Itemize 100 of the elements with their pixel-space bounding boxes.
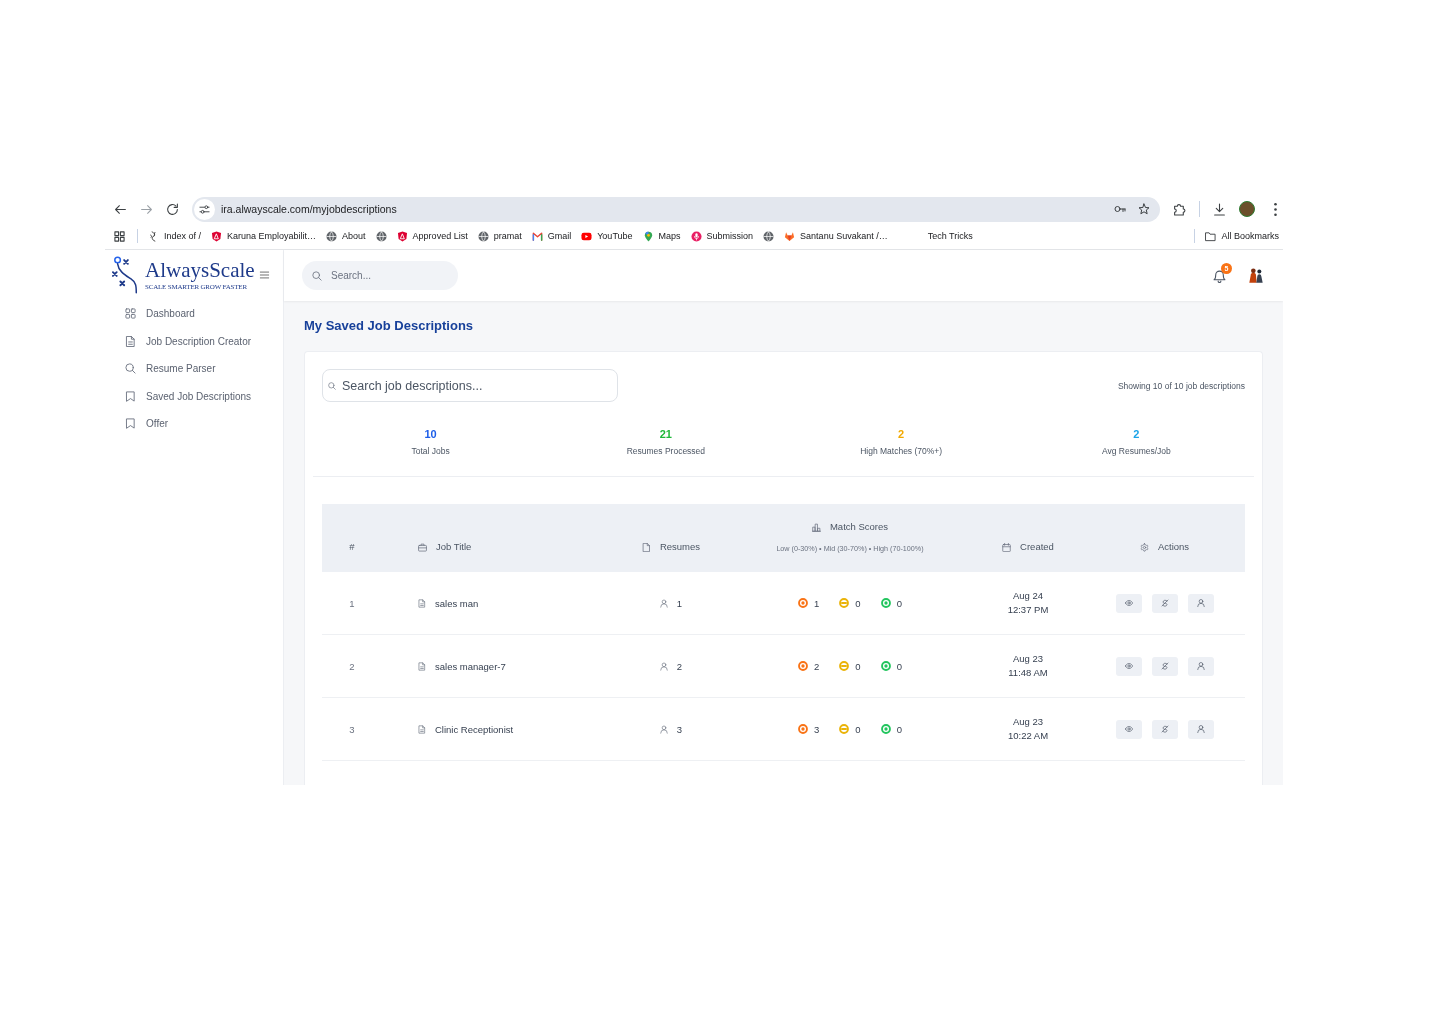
microphone-icon (690, 230, 702, 242)
slashed-curve-icon (1160, 599, 1169, 607)
document-icon (125, 335, 136, 347)
calendar-icon (1002, 542, 1012, 552)
forward-icon[interactable] (140, 202, 153, 216)
created-date: Aug 24 12:37 PM (1007, 589, 1049, 617)
bookmark-icon (125, 390, 136, 402)
slashed-curve-icon (1160, 725, 1169, 733)
score-value: 3 (814, 723, 820, 735)
logo-icon (112, 256, 140, 294)
globe-icon (763, 230, 775, 242)
shield-icon (211, 230, 223, 242)
nav-item[interactable]: Resume Parser (105, 355, 283, 383)
bookmark-link[interactable]: Santanu Suvakant /… (784, 230, 888, 242)
map-pin-icon (642, 230, 654, 242)
bookmark-link[interactable] (375, 230, 387, 242)
bookmark-link[interactable]: pramat (477, 230, 522, 242)
search-field[interactable]: Search... (302, 261, 458, 290)
globe-icon (326, 230, 338, 242)
regenerate-button[interactable] (1151, 593, 1178, 613)
created-date: Aug 23 11:48 AM (1008, 652, 1048, 680)
bookmark-link[interactable]: Submission (690, 230, 754, 242)
stat-label: Resumes Processed (626, 445, 706, 457)
bar-chart-icon (811, 522, 821, 532)
score-value: 0 (855, 723, 861, 735)
row-number: 1 (349, 597, 355, 609)
search-field[interactable]: Search job descriptions... (322, 369, 618, 402)
search-icon (328, 381, 336, 390)
nav-item[interactable]: Dashboard (105, 300, 283, 328)
bookmark-icon (125, 418, 136, 430)
bookmark-link[interactable]: Maps (642, 230, 681, 242)
person-icon (659, 661, 668, 671)
stat-label: Total Jobs (411, 445, 450, 457)
column-header: Created (1020, 541, 1054, 553)
slashed-curve-icon (1160, 662, 1169, 670)
bookmark-link[interactable]: Index of / (148, 230, 202, 242)
apps-icon[interactable] (114, 230, 125, 242)
regenerate-button[interactable] (1151, 656, 1178, 676)
score-value: 0 (855, 597, 861, 609)
row-number: 2 (349, 660, 355, 672)
column-header: # (349, 541, 355, 553)
document-icon (418, 661, 426, 671)
resume-count: 3 (676, 723, 683, 735)
all-bookmarks-link[interactable]: All Bookmarks (1205, 230, 1279, 242)
resume-count: 1 (676, 597, 683, 609)
bookmark-link[interactable]: YouTube (581, 230, 633, 242)
globe-icon (375, 230, 387, 242)
key-icon[interactable] (1114, 203, 1126, 215)
grid-icon (125, 308, 136, 320)
mail-icon (531, 230, 543, 242)
download-icon[interactable] (1213, 202, 1226, 216)
results-count: Showing 10 of 10 job descriptions (1117, 380, 1245, 391)
address-bar[interactable]: ira.alwayscale.com/myjobdescriptions (192, 196, 1160, 222)
resume-count: 2 (676, 660, 683, 672)
stat-label: High Matches (70%+) (860, 445, 943, 457)
bell-icon[interactable] (1213, 268, 1226, 283)
bookmark-link[interactable]: Karuna Employabilit… (211, 230, 317, 242)
bookmark-link[interactable] (763, 230, 775, 242)
logo-text: AlwaysScale (145, 259, 255, 281)
stat-value: 21 (659, 427, 672, 441)
score-value: 0 (896, 723, 902, 735)
job-title: sales manager-7 (435, 660, 506, 672)
person-icon (659, 724, 668, 734)
page-title: My Saved Job Descriptions (304, 317, 475, 335)
person-icon (1196, 599, 1205, 607)
stat-value: 2 (898, 427, 905, 441)
back-icon[interactable] (114, 202, 127, 216)
bookmark-link[interactable]: About (326, 230, 366, 242)
score-value: 0 (855, 660, 861, 672)
column-header: Match Scores (829, 521, 889, 533)
extensions-icon[interactable] (1173, 202, 1186, 216)
star-icon[interactable] (1138, 203, 1150, 215)
bookmark-link[interactable]: Approved List (396, 230, 468, 242)
briefcase-icon (418, 542, 427, 552)
bookmark-link[interactable]: Tech Tricks (897, 230, 973, 242)
score-value: 0 (896, 597, 902, 609)
bookmark-link[interactable]: Gmail (531, 230, 572, 242)
file-icon (641, 542, 651, 552)
job-title: sales man (435, 597, 479, 609)
gear-icon (1139, 542, 1149, 552)
regenerate-button[interactable] (1151, 719, 1178, 739)
user-avatar-icon[interactable] (1248, 267, 1264, 284)
menu-icon[interactable] (1274, 202, 1277, 216)
nav-item[interactable]: Job Description Creator (105, 327, 283, 355)
folder-icon (1205, 230, 1217, 242)
stat-value: 10 (424, 427, 437, 441)
site-settings-icon[interactable] (199, 203, 210, 215)
document-icon (418, 724, 426, 734)
profile-avatar[interactable] (1239, 201, 1255, 217)
nav-item[interactable]: Saved Job Descriptions (105, 382, 283, 410)
stat-value: 2 (1133, 427, 1140, 441)
person-icon (1196, 725, 1205, 733)
nav-item[interactable]: Offer (105, 410, 283, 438)
reload-icon[interactable] (166, 202, 179, 216)
eye-icon (1124, 725, 1133, 733)
person-icon (1196, 662, 1205, 670)
stat-label: Avg Resumes/Job (1101, 445, 1171, 457)
score-value: 0 (896, 660, 902, 672)
search-icon (312, 270, 322, 281)
document-icon (418, 598, 426, 608)
